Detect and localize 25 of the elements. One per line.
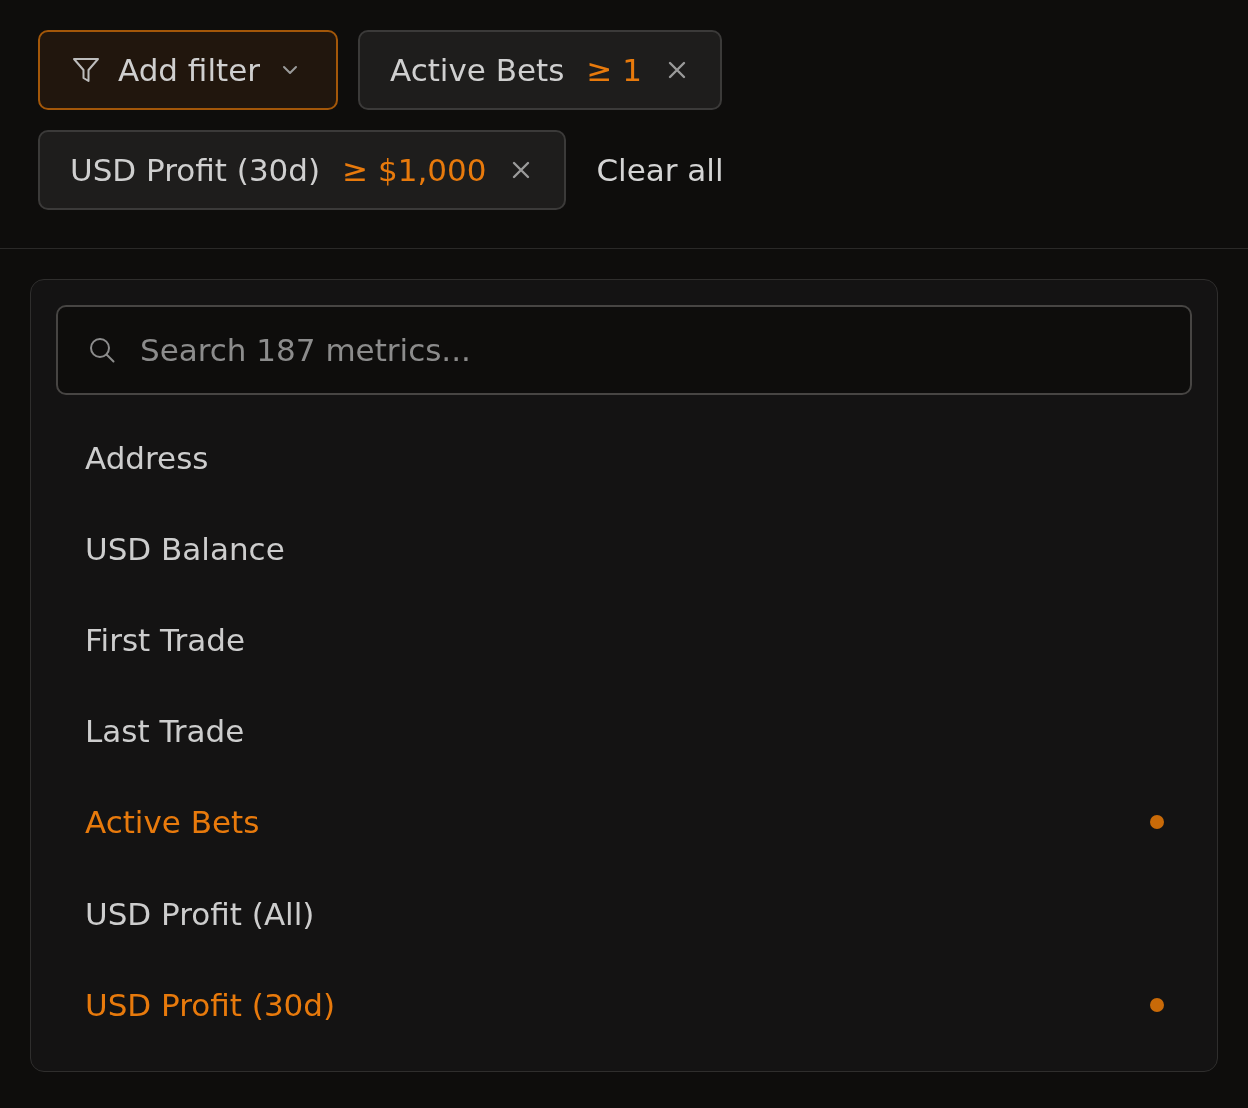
search-field[interactable]: Search 187 metrics... (56, 305, 1192, 395)
dot-icon (1150, 815, 1164, 830)
add-filter-button[interactable]: Add filter (38, 30, 338, 110)
metric-option[interactable]: USD Balance (56, 503, 1192, 595)
filter-condition: ≥ $1,000 (342, 152, 487, 188)
funnel-icon (72, 56, 100, 84)
filter-label: Active Bets (390, 52, 565, 88)
dot-icon (1150, 997, 1164, 1012)
close-icon (667, 61, 686, 79)
metric-option[interactable]: Last Trade (56, 685, 1192, 777)
metric-option[interactable]: USD Profit (All) (56, 867, 1192, 960)
filter-chip[interactable]: USD Profit (30d) ≥ $1,000 (38, 130, 567, 210)
filter-condition: ≥ 1 (586, 52, 642, 88)
clear-all-button[interactable]: Clear all (586, 130, 734, 210)
metric-option[interactable]: Address (56, 412, 1192, 504)
chevron-down-icon (282, 65, 298, 75)
metric-option[interactable]: USD Profit (30d) (56, 959, 1192, 1051)
remove-filter-button[interactable] (512, 161, 531, 179)
search-icon (89, 337, 115, 363)
filter-label: USD Profit (30d) (70, 152, 321, 188)
close-icon (512, 161, 531, 179)
remove-filter-button[interactable] (667, 61, 686, 79)
metric-option[interactable]: First Trade (56, 594, 1192, 686)
metric-option[interactable]: Active Bets (56, 776, 1192, 868)
filter-chip[interactable]: Active Bets ≥ 1 (358, 30, 722, 110)
